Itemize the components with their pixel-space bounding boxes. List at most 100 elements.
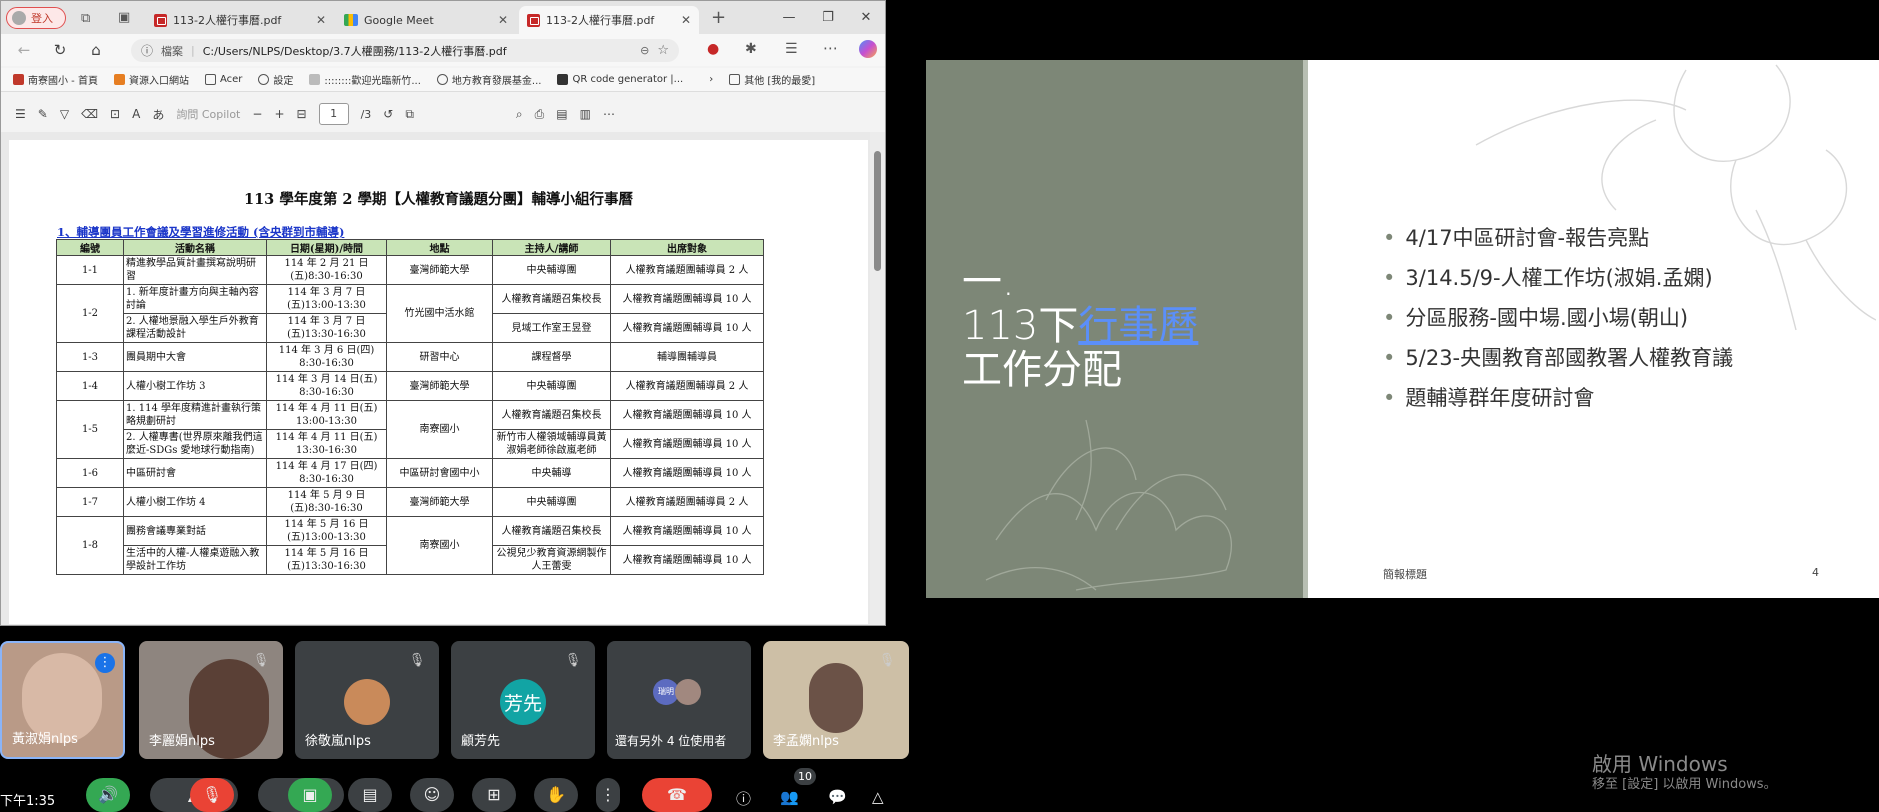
read-aloud-icon[interactable]: A — [132, 107, 140, 121]
table-cell: 114 年 3 月 7 日 (五)13:00-13:30 — [266, 284, 387, 314]
leave-call-button[interactable]: ☎ — [642, 778, 712, 812]
favorite-star-icon[interactable]: ☆ — [657, 43, 669, 58]
tab-google-meet[interactable]: Google Meet ✕ — [336, 6, 516, 34]
more-icon[interactable]: ⋯ — [823, 39, 838, 57]
extensions-puzzle-icon[interactable]: ✱ — [745, 41, 757, 57]
site-label: 檔案 — [161, 44, 184, 58]
tab-actions-icon[interactable]: ▣ — [118, 10, 130, 25]
table-cell: 中央輔導 — [492, 458, 611, 488]
participant-name: 顧芳先 — [461, 734, 501, 749]
audio-button[interactable]: 🔊 — [86, 778, 130, 812]
close-icon[interactable]: ✕ — [681, 13, 691, 27]
info-icon: ⓘ — [141, 44, 154, 58]
schedule-link[interactable]: 行事曆 — [1078, 303, 1198, 349]
chevron-right-icon[interactable]: › — [709, 74, 713, 85]
pdf-icon — [527, 13, 540, 27]
extension-icon[interactable]: ● — [707, 41, 719, 57]
participant-name: 黃淑娟nlps — [12, 732, 78, 747]
captions-icon[interactable]: ▤ — [348, 778, 392, 812]
search-icon[interactable]: ⌕ — [516, 107, 523, 122]
present-icon[interactable]: ⊞ — [472, 778, 516, 812]
site-icon — [113, 74, 125, 85]
zoom-icon[interactable]: ⊖ — [640, 44, 649, 57]
bookmark[interactable]: 資源入口網站 — [113, 72, 189, 87]
pdf-icon — [154, 13, 167, 27]
emoji-icon[interactable]: ☺ — [410, 778, 454, 812]
tab-pdf-1[interactable]: 113-2人權行事曆.pdf ✕ — [146, 6, 334, 34]
favorites-icon[interactable]: ☰ — [785, 41, 798, 57]
tab-pdf-active[interactable]: 113-2人權行事曆.pdf ✕ — [519, 6, 699, 34]
pdf-viewport[interactable]: 113 學年度第 2 學期【人權教育議題分團】輔導小組行事曆 1、輔導團員工作會… — [1, 132, 885, 625]
table-cell: 新竹市人權領域輔導員黃淑娟老師徐啟嵐老師 — [492, 429, 611, 459]
fit-page-icon[interactable]: ⊟ — [297, 107, 307, 121]
table-cell: 人權教育議題團輔導員 10 人 — [610, 313, 764, 343]
save-icon[interactable]: ▤ — [556, 107, 567, 121]
refresh-icon[interactable]: ↻ — [47, 37, 73, 63]
print-icon[interactable]: ⎙ — [535, 107, 545, 122]
column-header: 編號 — [56, 239, 124, 256]
table-cell: 114 年 5 月 16 日 (五)13:30-16:30 — [266, 545, 387, 575]
highlight-icon[interactable]: ✎ — [38, 107, 48, 121]
camera-icon[interactable]: ▣ — [288, 778, 332, 812]
people-icon[interactable]: 👥 — [780, 788, 799, 806]
page-view-icon[interactable]: ⧉ — [405, 107, 414, 122]
bookmark[interactable]: 設定 — [258, 72, 293, 87]
bookmark[interactable]: 南寮國小 - 首頁 — [13, 72, 98, 87]
participant-tile-overflow[interactable]: 瑞明 還有另外 4 位使用者 — [607, 641, 751, 759]
page-total: /3 — [360, 107, 372, 121]
close-icon[interactable]: ✕ — [316, 13, 326, 27]
participant-name: 李麗娟nlps — [149, 734, 215, 749]
info-icon[interactable]: ⓘ — [736, 788, 751, 809]
column-header: 地點 — [386, 239, 493, 256]
table-cell: 公視兒少教育資源網製作人王蕾雯 — [492, 545, 611, 575]
zoom-in-icon[interactable]: + — [274, 107, 284, 121]
bookmark[interactable]: Acer — [204, 74, 242, 85]
contents-icon[interactable]: ☰ — [15, 107, 26, 121]
minimize-icon[interactable]: — — [777, 7, 801, 29]
bookmark-folder-other[interactable]: 其他 [我的最愛] — [729, 72, 815, 87]
table-cell: 114 年 3 月 14 日(五) 8:30-16:30 — [266, 371, 387, 401]
mic-off-icon[interactable]: 🎙 — [190, 778, 234, 812]
table-cell: 中區研討會 — [123, 458, 267, 488]
back-icon[interactable]: ← — [11, 37, 37, 63]
participant-tile-speaking[interactable]: ⋮ 黃淑娟nlps — [0, 641, 125, 759]
bookmark[interactable]: ::::::::歡迎光臨新竹... — [309, 72, 421, 87]
table-cell: 114 年 4 月 17 日(四) 8:30-16:30 — [266, 458, 387, 488]
save-as-icon[interactable]: ▥ — [580, 107, 591, 121]
draw-icon[interactable]: ▽ — [60, 107, 69, 121]
slide-footer-title: 簡報標題 — [1383, 568, 1427, 581]
new-tab-button[interactable]: + — [711, 7, 726, 28]
participant-tile[interactable]: 芳先 🎙 顧芳先 — [451, 641, 595, 759]
raise-hand-icon[interactable]: ✋ — [534, 778, 578, 812]
restore-icon[interactable]: ❐ — [816, 7, 840, 29]
more-options-icon[interactable]: ⋮ — [596, 778, 620, 812]
page-number-input[interactable]: 1 — [318, 103, 349, 125]
close-icon[interactable]: ✕ — [498, 13, 508, 27]
bookmark[interactable]: 地方教育發展基金... — [436, 72, 541, 87]
more-icon[interactable]: ⋯ — [603, 107, 615, 121]
erase-icon[interactable]: ⌫ — [81, 107, 98, 121]
workspaces-icon[interactable]: ⧉ — [81, 11, 90, 26]
table-cell: 114 年 3 月 6 日(四) 8:30-16:30 — [266, 342, 387, 372]
slide-page-number: 4 — [1812, 566, 1819, 579]
bookmark[interactable]: QR code generator |... — [557, 74, 683, 85]
copilot-icon[interactable] — [859, 40, 877, 58]
scrollbar-thumb[interactable] — [874, 151, 881, 271]
address-bar[interactable]: ⓘ 檔案 | C:/Users/NLPS/Desktop/3.7人權團務/113… — [131, 39, 679, 62]
participant-tile[interactable]: 🎙 徐敬嵐nlps — [295, 641, 439, 759]
table-cell: 人權教育議題團輔導員 10 人 — [610, 400, 764, 430]
zoom-out-icon[interactable]: − — [252, 107, 262, 121]
login-button[interactable]: 登入 — [6, 7, 66, 29]
text-box-icon[interactable]: ⊡ — [110, 107, 120, 121]
ask-copilot-button[interactable]: 詢問 Copilot — [176, 106, 240, 122]
rotate-icon[interactable]: ↺ — [383, 107, 393, 121]
table-cell: 1-8 — [56, 516, 124, 575]
home-icon[interactable]: ⌂ — [83, 37, 109, 63]
activities-icon[interactable]: △ — [872, 788, 884, 806]
participant-tile[interactable]: 🎙 李孟嫻nlps — [763, 641, 909, 759]
translate-icon[interactable]: あ — [152, 106, 164, 123]
window-close-icon[interactable]: ✕ — [854, 7, 878, 29]
chat-icon[interactable]: 💬 — [828, 788, 847, 806]
participant-tile[interactable]: 🎙 李麗娟nlps — [139, 641, 283, 759]
table-cell: 人權教育議題召集校長 — [492, 516, 611, 546]
